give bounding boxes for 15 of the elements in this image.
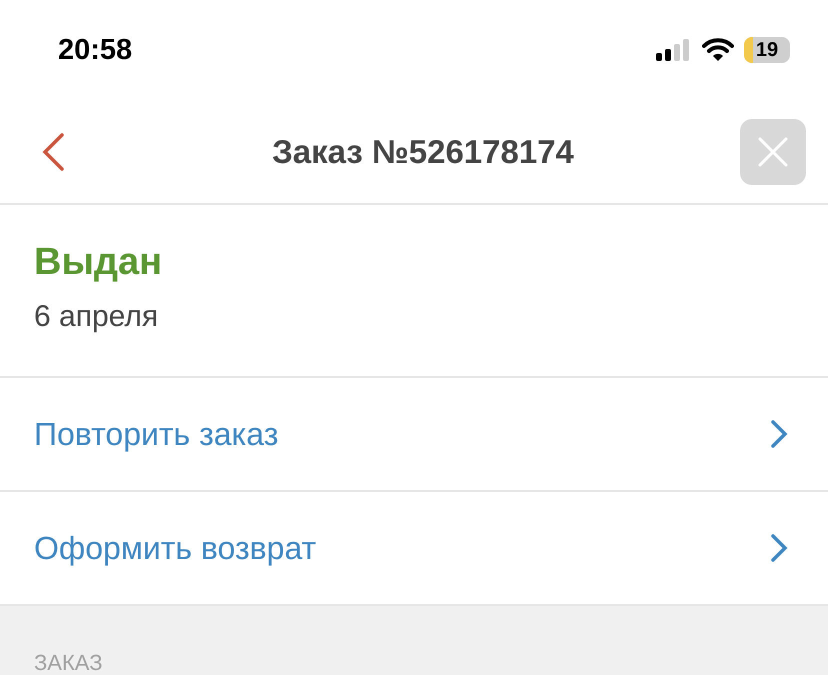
battery-icon: 19 <box>744 37 790 63</box>
order-status: Выдан <box>34 241 164 284</box>
signal-icon <box>656 39 692 61</box>
section-title: ЗАКАЗ <box>34 650 102 675</box>
chevron-icon <box>770 419 788 449</box>
page-title: Заказ №526178174 <box>272 132 574 170</box>
action-label: Оформить возврат <box>34 530 316 566</box>
wifi-icon <box>702 38 734 62</box>
close-icon <box>758 136 788 166</box>
action-row[interactable]: Повторить заказ <box>0 378 828 492</box>
chevron-icon <box>770 533 788 563</box>
back-icon <box>40 132 66 172</box>
order-date: 6 апреля <box>34 300 160 334</box>
action-label: Повторить заказ <box>34 416 278 452</box>
status-time: 20:58 <box>58 34 132 66</box>
